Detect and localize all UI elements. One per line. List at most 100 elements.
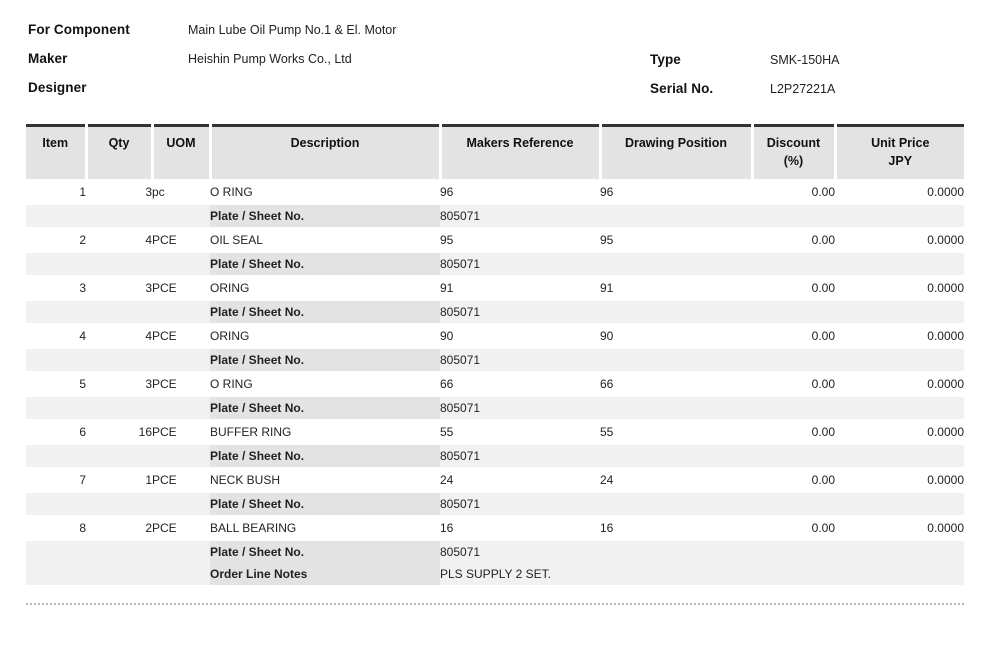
sub-row-label: Plate / Sheet No. — [210, 445, 440, 468]
sub-row-spacer — [86, 493, 152, 516]
cell-unit-price: 0.0000 — [927, 281, 964, 296]
sub-row-spacer — [26, 563, 86, 586]
cell-qty: 1 — [145, 473, 152, 488]
sub-row-spacer — [26, 253, 86, 276]
sub-row-label: Plate / Sheet No. — [210, 397, 440, 420]
table-row[interactable]: 2 4 PCE OIL SEAL 95 95 0.00 0.0000 — [26, 227, 964, 253]
col-header-unit-price-line1: Unit Price — [871, 136, 930, 150]
cell-description: OIL SEAL — [210, 233, 263, 248]
cell-description: O RING — [210, 377, 253, 392]
cell-qty: 3 — [145, 281, 152, 296]
field-label-designer: Designer — [28, 80, 87, 95]
parts-table: Item Qty UOM Description Makers Referenc… — [26, 124, 964, 586]
sub-row-spacer — [26, 397, 86, 420]
field-maker: Maker Heishin Pump Works Co., Ltd — [28, 51, 498, 80]
sub-row-spacer — [86, 301, 152, 324]
sub-row-label: Plate / Sheet No. — [210, 493, 440, 516]
cell-unit-price: 0.0000 — [927, 233, 964, 248]
cell-discount: 0.00 — [811, 377, 835, 392]
cell-item: 8 — [79, 521, 86, 536]
sub-row-value: PLS SUPPLY 2 SET. — [440, 563, 964, 586]
sub-row-value: 805071 — [440, 301, 964, 324]
document-page: For Component Main Lube Oil Pump No.1 & … — [0, 0, 990, 654]
cell-discount: 0.00 — [811, 473, 835, 488]
col-header-uom: UOM — [150, 124, 212, 180]
sub-row-spacer — [86, 563, 152, 586]
sub-row-spacer — [26, 349, 86, 372]
sub-row-value: 805071 — [440, 205, 964, 228]
sub-row-value: 805071 — [440, 445, 964, 468]
cell-item: 6 — [79, 425, 86, 440]
cell-drawing-position: 90 — [600, 329, 614, 344]
cell-description: ORING — [210, 329, 250, 344]
cell-qty: 4 — [145, 233, 152, 248]
col-header-drawing-position: Drawing Position — [598, 124, 754, 180]
cell-makers-reference: 91 — [440, 281, 454, 296]
footer-divider — [26, 603, 964, 605]
table-sub-row: Plate / Sheet No. 805071 — [26, 253, 964, 276]
table-row[interactable]: 6 16 PCE BUFFER RING 55 55 0.00 0.0000 — [26, 419, 964, 445]
sub-row-label: Plate / Sheet No. — [210, 349, 440, 372]
cell-makers-reference: 55 — [440, 425, 454, 440]
sub-row-label: Plate / Sheet No. — [210, 205, 440, 228]
cell-qty: 3 — [145, 185, 152, 200]
cell-drawing-position: 66 — [600, 377, 614, 392]
cell-uom: PCE — [152, 281, 177, 296]
cell-makers-reference: 95 — [440, 233, 454, 248]
cell-makers-reference: 90 — [440, 329, 454, 344]
cell-item: 4 — [79, 329, 86, 344]
sub-row-label: Plate / Sheet No. — [210, 253, 440, 276]
table-sub-row: Plate / Sheet No. 805071 — [26, 493, 964, 516]
field-label-for-component: For Component — [28, 22, 130, 37]
field-value-maker: Heishin Pump Works Co., Ltd — [188, 52, 352, 66]
table-row[interactable]: 8 2 PCE BALL BEARING 16 16 0.00 0.0000 — [26, 515, 964, 541]
table-row[interactable]: 1 3 pc O RING 96 96 0.00 0.0000 — [26, 179, 964, 205]
field-type: Type SMK-150HA — [650, 52, 990, 81]
sub-row-spacer — [152, 205, 210, 228]
sub-row-spacer — [26, 493, 86, 516]
field-value-serial-no: L2P27221A — [770, 82, 836, 96]
table-row[interactable]: 3 3 PCE ORING 91 91 0.00 0.0000 — [26, 275, 964, 301]
col-header-discount-line1: Discount — [766, 136, 821, 150]
col-header-discount: Discount (%) — [750, 124, 837, 180]
cell-uom: PCE — [152, 329, 177, 344]
sub-row-spacer — [152, 541, 210, 564]
col-header-description: Description — [208, 124, 442, 180]
sub-row-value: 805071 — [440, 541, 964, 564]
sub-row-value: 805071 — [440, 253, 964, 276]
cell-discount: 0.00 — [811, 233, 835, 248]
cell-uom: PCE — [152, 521, 177, 536]
table-sub-row: Order Line Notes PLS SUPPLY 2 SET. — [26, 563, 964, 586]
table-row[interactable]: 5 3 PCE O RING 66 66 0.00 0.0000 — [26, 371, 964, 397]
sub-row-spacer — [26, 445, 86, 468]
field-designer: Designer — [28, 80, 498, 109]
cell-qty: 4 — [145, 329, 152, 344]
sub-row-spacer — [152, 445, 210, 468]
cell-description: NECK BUSH — [210, 473, 281, 488]
cell-discount: 0.00 — [811, 329, 835, 344]
field-value-type: SMK-150HA — [770, 53, 840, 67]
cell-description: ORING — [210, 281, 250, 296]
sub-row-spacer — [26, 541, 86, 564]
cell-item: 5 — [79, 377, 86, 392]
cell-makers-reference: 16 — [440, 521, 454, 536]
table-header-row: Item Qty UOM Description Makers Referenc… — [26, 124, 964, 180]
sub-row-spacer — [152, 301, 210, 324]
cell-discount: 0.00 — [811, 521, 835, 536]
cell-discount: 0.00 — [811, 425, 835, 440]
sub-row-label: Plate / Sheet No. — [210, 541, 440, 564]
sub-row-spacer — [152, 253, 210, 276]
table-row[interactable]: 7 1 PCE NECK BUSH 24 24 0.00 0.0000 — [26, 467, 964, 493]
cell-drawing-position: 95 — [600, 233, 614, 248]
sub-row-spacer — [26, 205, 86, 228]
table-sub-row: Plate / Sheet No. 805071 — [26, 397, 964, 420]
cell-discount: 0.00 — [811, 185, 835, 200]
field-serial-no: Serial No. L2P27221A — [650, 81, 990, 110]
cell-description: BUFFER RING — [210, 425, 292, 440]
sub-row-spacer — [86, 397, 152, 420]
col-header-item: Item — [26, 124, 88, 180]
cell-item: 1 — [79, 185, 86, 200]
cell-unit-price: 0.0000 — [927, 185, 964, 200]
cell-makers-reference: 66 — [440, 377, 454, 392]
table-row[interactable]: 4 4 PCE ORING 90 90 0.00 0.0000 — [26, 323, 964, 349]
